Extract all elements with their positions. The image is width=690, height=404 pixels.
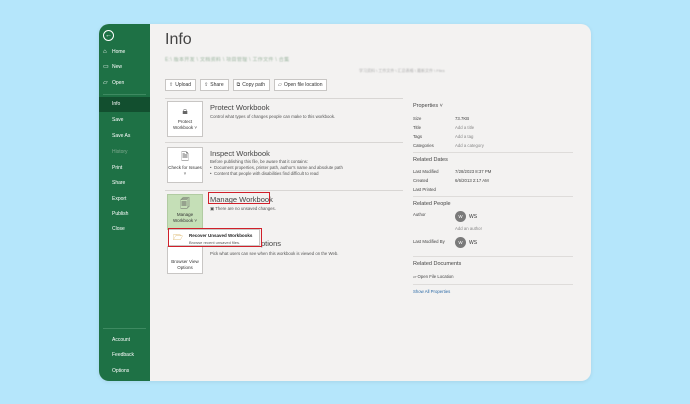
properties-header[interactable]: Properties ˅ — [413, 103, 443, 109]
sidebar-item-open[interactable]: ▱ Open — [99, 76, 150, 91]
lock-icon: 🔒︎ — [182, 106, 188, 117]
sidebar-item-history: History — [112, 149, 128, 155]
sidebar-item-close[interactable]: Close — [99, 222, 150, 237]
sidebar-divider — [103, 94, 146, 95]
sidebar-item-new[interactable]: ▭ New — [99, 60, 150, 75]
file-path: E:\ 版本开发 \ 文档资料 \ 项目管理 \ 工作文件 \ 合集 — [165, 57, 290, 63]
related-documents-header: Related Documents — [413, 261, 462, 267]
backstage-sidebar: ← ⌂ Home ▭ New ▱ Open Info Save Save As … — [99, 24, 150, 381]
sidebar-item-home[interactable]: ⌂ Home — [99, 45, 150, 60]
protect-workbook-desc: Control what types of changes people can… — [210, 114, 336, 119]
highlight-manage-workbook — [208, 192, 270, 204]
sidebar-item-publish[interactable]: Publish — [99, 207, 150, 222]
sidebar-item-feedback[interactable]: Feedback — [99, 348, 150, 363]
sidebar-divider-bottom — [103, 328, 146, 329]
prop-key: Last Printed — [413, 187, 436, 192]
excel-backstage-window: ← ⌂ Home ▭ New ▱ Open Info Save Save As … — [99, 24, 591, 381]
prop-key: Last Modified By — [413, 239, 445, 244]
browser-view-options-tile[interactable]: Browser View Options — [167, 246, 203, 274]
inspect-workbook-title: Inspect Workbook — [210, 149, 270, 158]
avatar[interactable]: W — [455, 237, 466, 248]
add-category-field[interactable]: Add a category — [455, 143, 484, 148]
upload-button[interactable]: ⇧ Upload — [165, 79, 197, 91]
author-name[interactable]: WS — [469, 214, 477, 220]
inspect-bullet: Content that people with disabilities fi… — [210, 171, 343, 177]
modified-by-name[interactable]: WS — [469, 240, 477, 246]
props-divider — [413, 256, 573, 257]
show-all-properties-link[interactable]: Show All Properties — [413, 289, 450, 294]
highlight-recover-unsaved — [168, 228, 262, 247]
sidebar-item-info[interactable]: Info — [99, 97, 150, 112]
info-pane: Info E:\ 版本开发 \ 文档资料 \ 项目管理 \ 工作文件 \ 合集 … — [150, 24, 591, 381]
prop-key: Created — [413, 178, 429, 183]
props-divider — [413, 284, 573, 285]
prop-size-value: 73.7KB — [455, 116, 470, 121]
home-icon: ⌂ — [103, 49, 107, 55]
sidebar-item-save[interactable]: Save — [99, 113, 150, 128]
props-divider — [413, 196, 573, 197]
file-actions-bar: ⇧ Upload ⇪ Share ⧉ Copy path ▱ Open file loc… — [165, 79, 328, 91]
document-check-icon: 🗎︎ — [180, 152, 190, 163]
copy-path-icon: ⧉ — [236, 82, 241, 88]
add-title-field[interactable]: Add a title — [455, 125, 474, 130]
manage-workbook-icon: 🗐︎ — [180, 199, 190, 210]
protect-workbook-title: Protect Workbook — [210, 103, 270, 112]
sidebar-item-export[interactable]: Export — [99, 192, 150, 207]
props-divider — [413, 152, 573, 153]
section-divider — [165, 142, 403, 143]
avatar[interactable]: W — [455, 211, 466, 222]
copy-path-button[interactable]: ⧉ Copy path — [232, 79, 270, 91]
prop-key: Size — [413, 116, 422, 121]
prop-key: Categories — [413, 143, 434, 148]
sidebar-item-save-as[interactable]: Save As — [99, 129, 150, 144]
protect-workbook-tile[interactable]: 🔒︎ Protect Workbook ˅ — [167, 101, 203, 137]
browser-view-title: ptions — [261, 239, 282, 248]
manage-workbook-desc: ▣ There are no unsaved changes. — [210, 206, 276, 211]
last-modified-value: 7/28/2023 8:37 PM — [455, 169, 492, 174]
folder-icon: ▱ — [277, 82, 282, 88]
prop-key: Author — [413, 212, 426, 217]
upload-icon: ⇧ — [169, 82, 174, 88]
sidebar-item-account[interactable]: Account — [99, 333, 150, 348]
created-value: 6/6/2013 2:17 AM — [455, 178, 489, 183]
section-divider — [165, 98, 403, 99]
file-path-extra: 学习资料 \ 工作文件 \ 汇总表格 \ 最新文件 \ Files — [359, 68, 445, 73]
back-arrow-icon[interactable]: ← — [103, 30, 114, 41]
new-file-icon: ▭ — [103, 64, 109, 70]
sidebar-item-print[interactable]: Print — [99, 161, 150, 176]
related-people-header: Related People — [413, 201, 451, 207]
sidebar-item-options[interactable]: Options — [99, 364, 150, 379]
manage-workbook-tile[interactable]: 🗐︎ Manage Workbook ˅ — [167, 194, 203, 230]
prop-key: Last Modified — [413, 169, 439, 174]
sidebar-item-share[interactable]: Share — [99, 176, 150, 191]
prop-key: Tags — [413, 134, 423, 139]
share-button[interactable]: ⇪ Share — [200, 79, 229, 91]
add-author-link[interactable]: Add an author — [455, 226, 482, 231]
inspect-workbook-desc: Before publishing this file, be aware th… — [210, 159, 343, 177]
related-dates-header: Related Dates — [413, 157, 448, 163]
section-divider — [165, 190, 403, 191]
browser-view-desc: Pick what users can see when this workbo… — [210, 251, 339, 256]
page-title: Info — [165, 31, 192, 48]
folder-open-icon: ▱ — [103, 80, 108, 86]
check-for-issues-tile[interactable]: 🗎︎ Check for Issues ˅ — [167, 147, 203, 183]
share-icon: ⇪ — [204, 82, 209, 88]
prop-key: Title — [413, 125, 421, 130]
add-tag-field[interactable]: Add a tag — [455, 134, 473, 139]
open-file-location-button[interactable]: ▱ Open file location — [273, 79, 328, 91]
open-file-location-link[interactable]: ▱ Open File Location — [413, 274, 454, 280]
